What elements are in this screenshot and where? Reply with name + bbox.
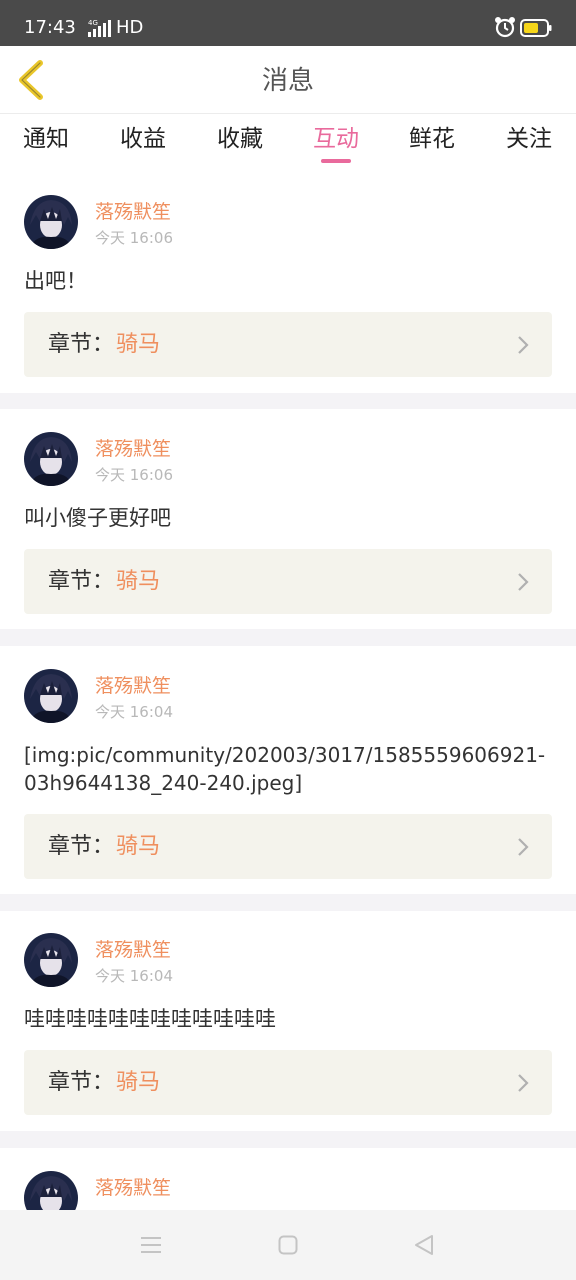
user-name[interactable]: 落殇默笙 bbox=[95, 1176, 171, 1200]
system-nav-bar bbox=[0, 1210, 576, 1280]
app-header: 消息 bbox=[0, 46, 576, 114]
back-triangle-icon[interactable] bbox=[414, 1234, 434, 1256]
chapter-title: 骑马 bbox=[116, 569, 161, 594]
message-text: 哇哇哇哇哇哇哇哇哇哇哇哇 bbox=[24, 1007, 276, 1031]
alarm-icon bbox=[495, 17, 515, 38]
chapter-link[interactable]: 章节： 骑马 bbox=[24, 312, 552, 377]
signal-icon: 4G bbox=[88, 19, 111, 37]
chevron-right-icon bbox=[518, 1074, 529, 1092]
message-time: 今天 16:04 bbox=[95, 703, 173, 721]
avatar[interactable] bbox=[24, 432, 78, 486]
message-text: [img:pic/community/202003/3017/158555960… bbox=[24, 743, 546, 795]
chevron-right-icon bbox=[518, 336, 529, 354]
page-title: 消息 bbox=[261, 66, 314, 96]
network-type: 4G bbox=[88, 19, 98, 27]
message-card: 落殇默笙 今天 16:06 叫小傻子更好吧 章节： 骑马 bbox=[0, 409, 576, 629]
status-time: 17:43 bbox=[24, 17, 76, 38]
hd-indicator: HD bbox=[116, 17, 144, 38]
avatar-image bbox=[24, 669, 78, 723]
chapter-link[interactable]: 章节： 骑马 bbox=[24, 549, 552, 614]
avatar[interactable] bbox=[24, 195, 78, 249]
tab-following[interactable]: 关注 bbox=[499, 124, 559, 154]
avatar-image bbox=[24, 195, 78, 249]
message-text: 叫小傻子更好吧 bbox=[24, 506, 171, 530]
tab-interactions[interactable]: 互动 bbox=[306, 124, 366, 154]
avatar-image bbox=[24, 933, 78, 987]
message-card: 落殇默笙 今天 16:04 [img:pic/community/202003/… bbox=[0, 646, 576, 894]
chapter-title: 骑马 bbox=[116, 834, 161, 859]
chapter-label: 章节： bbox=[48, 1070, 115, 1095]
avatar[interactable] bbox=[24, 669, 78, 723]
tab-favorites[interactable]: 收藏 bbox=[210, 124, 270, 154]
user-name[interactable]: 落殇默笙 bbox=[95, 938, 171, 962]
user-name[interactable]: 落殇默笙 bbox=[95, 437, 171, 461]
chevron-right-icon bbox=[518, 838, 529, 856]
tab-notifications[interactable]: 通知 bbox=[16, 124, 76, 154]
active-tab-indicator bbox=[321, 159, 351, 163]
avatar-image bbox=[24, 1171, 78, 1210]
chevron-right-icon bbox=[518, 573, 529, 591]
chapter-title: 骑马 bbox=[116, 332, 161, 357]
home-icon[interactable] bbox=[278, 1235, 298, 1255]
message-card: 落殇默笙 bbox=[0, 1148, 576, 1210]
tab-earnings[interactable]: 收益 bbox=[113, 124, 173, 154]
user-name[interactable]: 落殇默笙 bbox=[95, 200, 171, 224]
chapter-label: 章节： bbox=[48, 834, 115, 859]
avatar[interactable] bbox=[24, 1171, 78, 1210]
chapter-label: 章节： bbox=[48, 332, 115, 357]
user-name[interactable]: 落殇默笙 bbox=[95, 674, 171, 698]
menu-icon[interactable] bbox=[140, 1235, 162, 1255]
chapter-link[interactable]: 章节： 骑马 bbox=[24, 814, 552, 879]
status-bar: 17:43 4G HD bbox=[0, 0, 576, 46]
chapter-label: 章节： bbox=[48, 569, 115, 594]
message-list[interactable]: 落殇默笙 今天 16:06 出吧！ 章节： 骑马 落殇默笙 今天 16:06 叫… bbox=[0, 178, 576, 1210]
message-text: 出吧！ bbox=[24, 269, 87, 293]
avatar-image bbox=[24, 432, 78, 486]
message-time: 今天 16:04 bbox=[95, 967, 173, 985]
message-time: 今天 16:06 bbox=[95, 229, 173, 247]
chapter-title: 骑马 bbox=[116, 1070, 161, 1095]
message-card: 落殇默笙 今天 16:06 出吧！ 章节： 骑马 bbox=[0, 178, 576, 393]
chapter-link[interactable]: 章节： 骑马 bbox=[24, 1050, 552, 1115]
message-card: 落殇默笙 今天 16:04 哇哇哇哇哇哇哇哇哇哇哇哇 章节： 骑马 bbox=[0, 911, 576, 1131]
tab-flowers[interactable]: 鲜花 bbox=[402, 124, 462, 154]
message-time: 今天 16:06 bbox=[95, 466, 173, 484]
battery-icon bbox=[520, 19, 552, 37]
message-tabs: 通知 收益 收藏 互动 鲜花 关注 bbox=[0, 114, 576, 178]
avatar[interactable] bbox=[24, 933, 78, 987]
